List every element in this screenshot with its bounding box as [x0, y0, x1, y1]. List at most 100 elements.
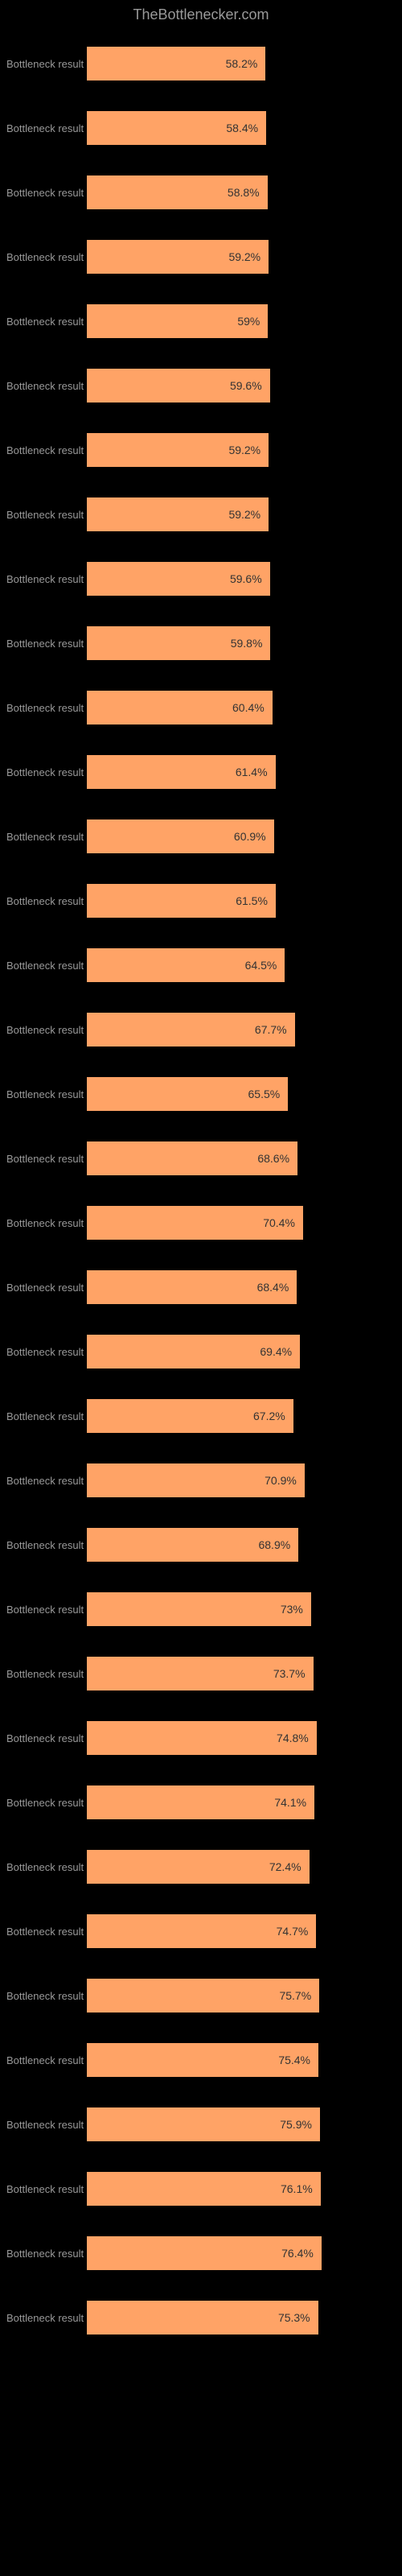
chart-row: Bottleneck result58.2% [0, 32, 402, 80]
chart-row: Bottleneck result59.6% [0, 354, 402, 402]
bar-value: 70.9% [265, 1474, 297, 1487]
bar-wrapper: Bottleneck result65.5% [6, 1077, 394, 1111]
bar-label: Bottleneck result [6, 187, 87, 199]
bar-upper-label [6, 1063, 394, 1074]
bar-area: 65.5% [87, 1077, 394, 1111]
bar-fill: 74.1% [87, 1785, 314, 1819]
chart-row: Bottleneck result75.3% [0, 2286, 402, 2334]
bar-fill: 68.9% [87, 1528, 298, 1562]
bar-label: Bottleneck result [6, 1797, 87, 1809]
chart-row: Bottleneck result61.4% [0, 741, 402, 789]
bar-area: 58.2% [87, 47, 394, 80]
bar-area: 72.4% [87, 1850, 394, 1884]
bar-area: 73.7% [87, 1657, 394, 1690]
bar-wrapper: Bottleneck result58.4% [6, 111, 394, 145]
bar-upper-label [6, 1771, 394, 1782]
bar-area: 67.2% [87, 1399, 394, 1433]
bar-wrapper: Bottleneck result64.5% [6, 948, 394, 982]
bar-wrapper: Bottleneck result59.6% [6, 562, 394, 596]
bar-area: 68.4% [87, 1270, 394, 1304]
bar-wrapper: Bottleneck result60.9% [6, 819, 394, 853]
bar-label: Bottleneck result [6, 1217, 87, 1229]
bar-fill: 76.1% [87, 2172, 321, 2206]
bar-value: 59% [237, 315, 260, 328]
bar-label: Bottleneck result [6, 509, 87, 521]
bar-value: 69.4% [260, 1345, 292, 1358]
chart-row: Bottleneck result60.9% [0, 805, 402, 853]
bar-wrapper: Bottleneck result68.4% [6, 1270, 394, 1304]
bar-fill: 60.9% [87, 819, 274, 853]
chart-row: Bottleneck result69.4% [0, 1320, 402, 1368]
chart-title: TheBottlenecker.com [0, 6, 402, 23]
chart-row: Bottleneck result 70.4% [0, 1191, 402, 1240]
bar-label: Bottleneck result [6, 2183, 87, 2195]
bar-upper-label [6, 1191, 394, 1203]
bar-label: Bottleneck result [6, 1153, 87, 1165]
bar-value: 59.2% [228, 444, 260, 456]
bar-fill: 76.4% [87, 2236, 322, 2270]
bar-upper-label [6, 419, 394, 430]
bar-value: 68.9% [258, 1538, 290, 1551]
bar-wrapper: Bottleneck result 70.9% [6, 1463, 394, 1497]
bar-value: 73.7% [273, 1667, 306, 1680]
bar-upper-label [6, 1127, 394, 1138]
bar-area: 59.6% [87, 369, 394, 402]
bar-upper-label [6, 741, 394, 752]
bar-value: 74.1% [274, 1796, 306, 1809]
chart-row: Bottleneck result 59.2% [0, 483, 402, 531]
bar-value: 59.2% [228, 508, 260, 521]
bar-upper-label [6, 869, 394, 881]
bar-fill: 60.4% [87, 691, 273, 724]
chart-row: Bottleneck result59.6% [0, 547, 402, 596]
bar-label: Bottleneck result [6, 1861, 87, 1873]
bar-area: 74.8% [87, 1721, 394, 1755]
bar-upper-label [6, 1449, 394, 1460]
bar-wrapper: Bottleneck result 76.1% [6, 2172, 394, 2206]
bar-value: 70.4% [263, 1216, 295, 1229]
bar-fill: 68.4% [87, 1270, 297, 1304]
bar-upper-label [6, 2157, 394, 2169]
bar-wrapper: Bottleneck result73.7% [6, 1657, 394, 1690]
chart-row: Bottleneck result59% [0, 290, 402, 338]
bar-fill: 67.7% [87, 1013, 295, 1046]
chart-row: Bottleneck result67.2% [0, 1385, 402, 1433]
bar-label: Bottleneck result [6, 831, 87, 843]
bar-upper-label [6, 1385, 394, 1396]
bar-upper-label [6, 1642, 394, 1653]
bar-value: 61.5% [236, 894, 268, 907]
bar-value: 67.7% [255, 1023, 287, 1036]
bar-value: 76.1% [281, 2182, 313, 2195]
bar-value: 67.2% [253, 1410, 285, 1422]
bar-fill: 59.6% [87, 562, 270, 596]
bar-fill: 58.8% [87, 175, 268, 209]
bar-area: 61.5% [87, 884, 394, 918]
bar-wrapper: Bottleneck result75.4% [6, 2043, 394, 2077]
bar-upper-label [6, 2286, 394, 2297]
bar-value: 58.2% [226, 57, 258, 70]
chart-row: Bottleneck result64.5% [0, 934, 402, 982]
bar-label: Bottleneck result [6, 1024, 87, 1036]
bar-area: 73% [87, 1592, 394, 1626]
bar-fill: 59% [87, 304, 268, 338]
bar-upper-label [6, 97, 394, 108]
bar-area: 75.7% [87, 1979, 394, 2013]
bar-upper-label [6, 998, 394, 1009]
bar-area: 59.2% [87, 433, 394, 467]
bar-label: Bottleneck result [6, 573, 87, 585]
bar-value: 59.8% [231, 637, 263, 650]
bar-wrapper: Bottleneck result59.2% [6, 240, 394, 274]
bar-label: Bottleneck result [6, 702, 87, 714]
bar-upper-label [6, 290, 394, 301]
bar-fill: 75.9% [87, 2107, 320, 2141]
bar-wrapper: Bottleneck result58.8% [6, 175, 394, 209]
chart-row: Bottleneck result 74.1% [0, 1771, 402, 1819]
bar-value: 75.9% [280, 2118, 312, 2131]
chart-rows: Bottleneck result58.2%Bottleneck result5… [0, 32, 402, 2334]
chart-row: Bottleneck result74.7% [0, 1900, 402, 1948]
chart-row: Bottleneck result68.9% [0, 1513, 402, 1562]
bar-fill: 59.6% [87, 369, 270, 402]
bar-upper-label [6, 2029, 394, 2040]
bar-label: Bottleneck result [6, 1475, 87, 1487]
bar-area: 74.7% [87, 1914, 394, 1948]
bar-area: 60.4% [87, 691, 394, 724]
